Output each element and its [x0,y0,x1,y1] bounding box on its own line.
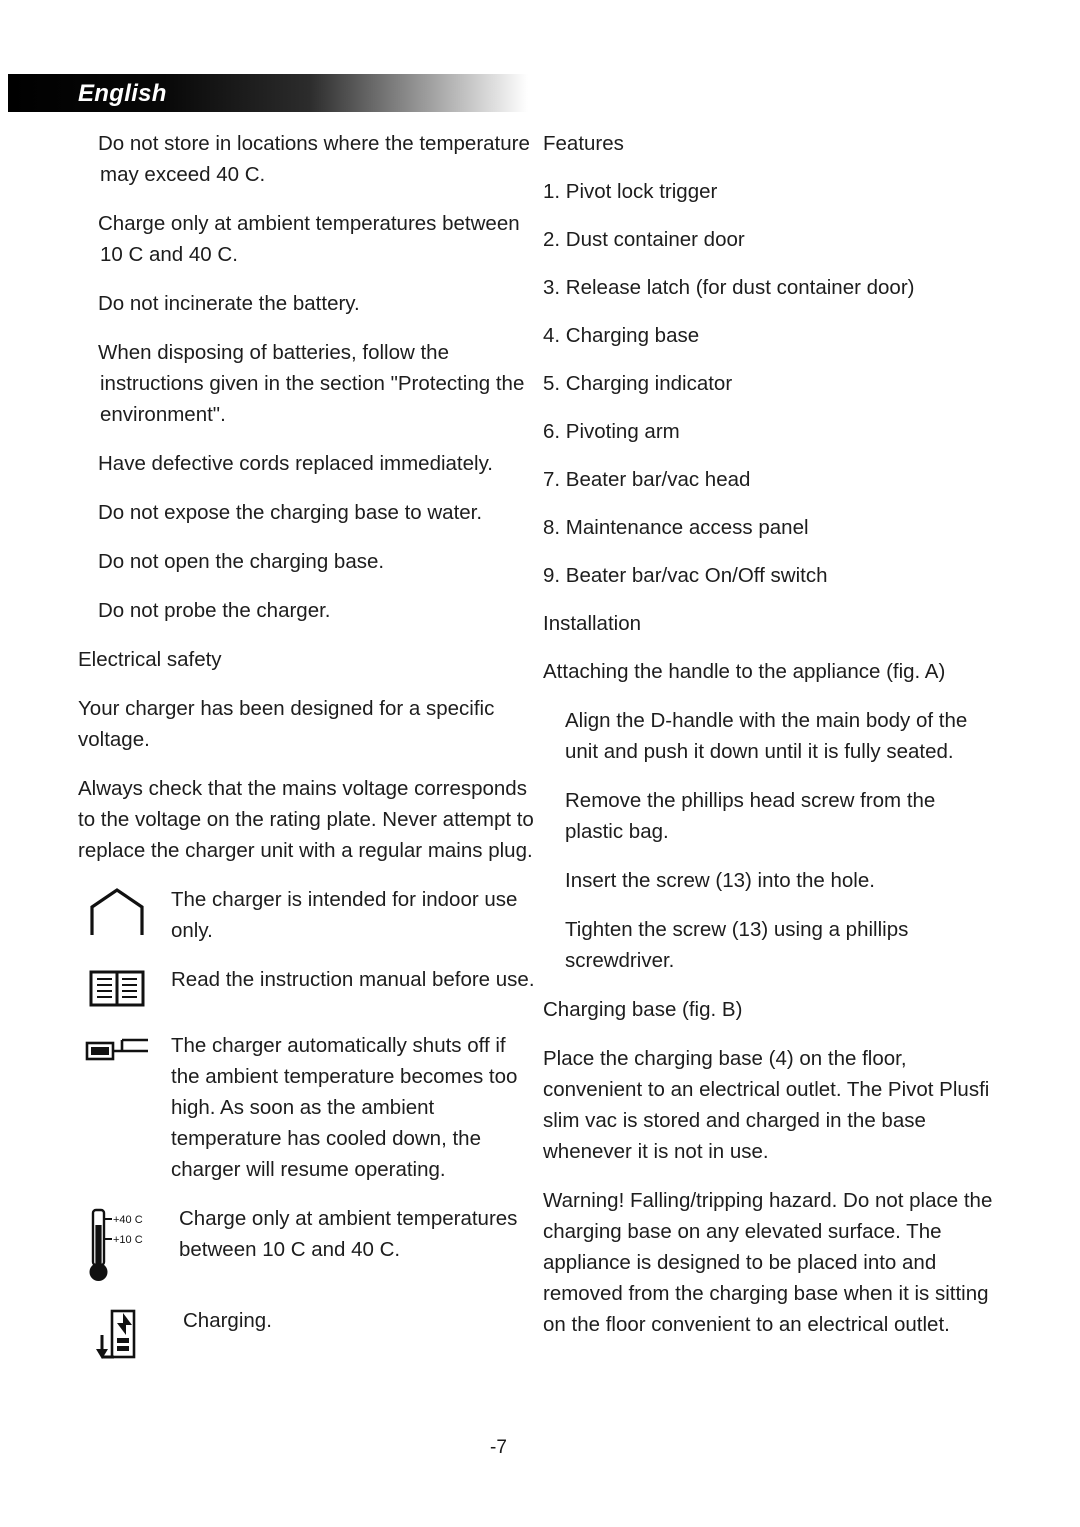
paragraph-no-open-base: Do not open the charging base. [98,550,385,573]
heading-electrical-safety: Electrical safety [78,648,222,671]
feature-item-8: 8. Maintenance access panel [543,516,809,539]
paragraph-place-charging-base: Place the charging base (4) on the floor… [543,1047,990,1163]
subheading-attaching-handle: Attaching the handle to the appliance (f… [543,660,946,683]
icon-text-read-manual: Read the instruction manual before use. [171,968,535,991]
feature-item-5: 5. Charging indicator [543,372,733,395]
thermometer-icon: +40 C +10 C [78,1203,164,1287]
feature-item-4: 4. Charging base [543,324,700,347]
icon-row-indoor-use: The charger is intended for indoor use o… [78,884,538,946]
icon-text-ambient-range: Charge only at ambient temperatures betw… [179,1207,518,1261]
house-icon [78,884,156,938]
install-step-1: Align the D-handle with the main body of… [565,709,968,763]
paragraph-charge-ambient: Charge only at ambient temperatures betw… [98,212,520,266]
feature-item-6: 6. Pivoting arm [543,420,680,443]
charging-battery-icon [78,1305,168,1363]
svg-text:+10 C: +10 C [113,1234,143,1246]
feature-item-7: 7. Beater bar/vac head [543,468,751,491]
page-number: -7 [490,1437,507,1458]
icon-row-thermal-cutout: The charger automatically shuts off if t… [78,1030,538,1185]
heading-features: Features [543,132,624,155]
paragraph-specific-voltage: Your charger has been designed for a spe… [78,697,495,751]
paragraph-battery-disposal: When disposing of batteries, follow the … [98,341,525,426]
icon-row-ambient-range: +40 C +10 C Charge only at ambient tempe… [78,1203,538,1287]
left-column: Do not store in locations where the temp… [78,128,538,1381]
manual-page: English Do not store in locations where … [0,0,1080,1527]
thermal-cutout-icon [78,1030,156,1070]
right-column: Features 1. Pivot lock trigger 2. Dust c… [543,128,998,1358]
open-book-icon [78,964,156,1012]
icon-text-thermal-cutout: The charger automatically shuts off if t… [171,1034,518,1181]
install-step-4: Tighten the screw (13) using a phillips … [565,918,909,972]
paragraph-no-probe-charger: Do not probe the charger. [98,599,331,622]
icon-row-charging: Charging. [78,1305,538,1363]
install-step-2: Remove the phillips head screw from the … [565,789,936,843]
feature-item-2: 2. Dust container door [543,228,745,251]
paragraph-no-incinerate: Do not incinerate the battery. [98,292,360,315]
paragraph-defective-cords: Have defective cords replaced immediatel… [98,452,493,475]
icon-text-charging: Charging. [183,1309,272,1332]
paragraph-warning-tripping: Warning! Falling/tripping hazard. Do not… [543,1189,993,1336]
install-step-3: Insert the screw (13) into the hole. [565,869,875,892]
icon-text-indoor-use: The charger is intended for indoor use o… [171,888,518,942]
language-header-title: English [78,80,167,107]
feature-item-3: 3. Release latch (for dust container doo… [543,276,915,299]
paragraph-storage-temperature: Do not store in locations where the temp… [98,132,530,186]
icon-row-read-manual: Read the instruction manual before use. [78,964,538,1012]
heading-installation: Installation [543,612,642,635]
heading-charging-base: Charging base (fig. B) [543,998,743,1021]
paragraph-no-water: Do not expose the charging base to water… [98,501,483,524]
paragraph-mains-voltage: Always check that the mains voltage corr… [78,777,534,862]
svg-text:+40 C: +40 C [113,1214,143,1226]
feature-item-9: 9. Beater bar/vac On/Off switch [543,564,828,587]
feature-item-1: 1. Pivot lock trigger [543,180,718,203]
